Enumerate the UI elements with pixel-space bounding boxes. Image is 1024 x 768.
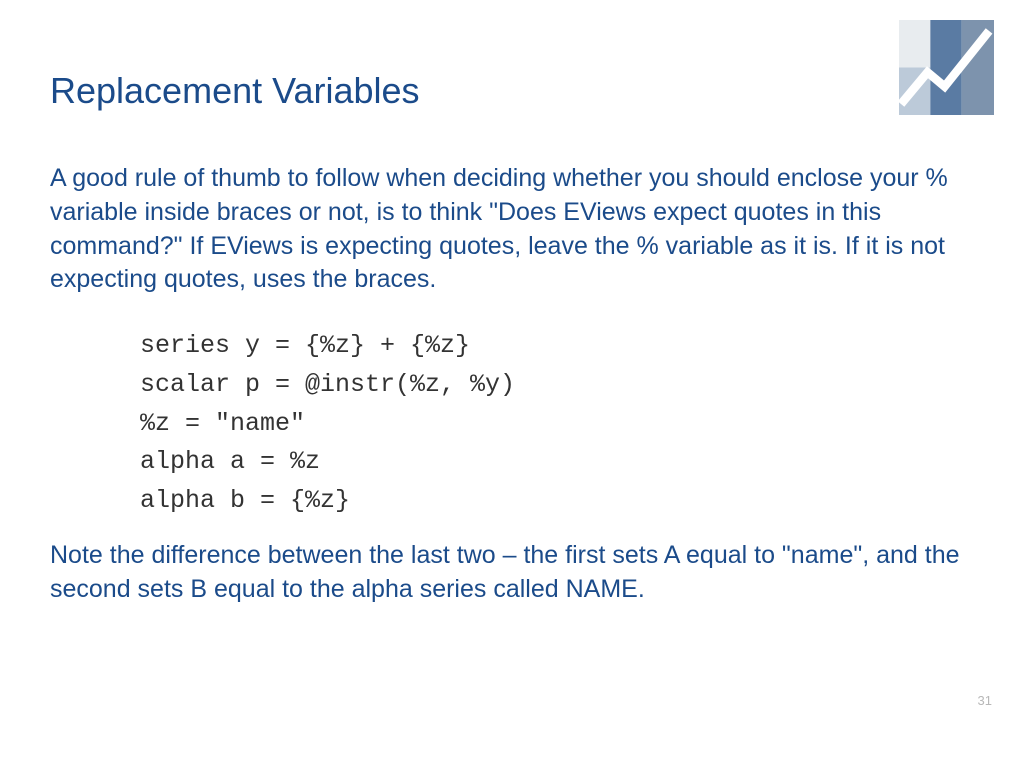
code-line: alpha b = {%z} — [140, 482, 974, 521]
page-number: 31 — [978, 693, 992, 708]
code-line: %z = "name" — [140, 405, 974, 444]
body-paragraph-2: Note the difference between the last two… — [50, 539, 974, 607]
code-line: alpha a = %z — [140, 443, 974, 482]
body-paragraph-1: A good rule of thumb to follow when deci… — [50, 162, 974, 297]
code-block: series y = {%z} + {%z}scalar p = @instr(… — [140, 327, 974, 521]
code-line: series y = {%z} + {%z} — [140, 327, 974, 366]
chart-logo-icon — [899, 20, 994, 115]
slide-container: Replacement Variables A good rule of thu… — [0, 0, 1024, 768]
slide-title: Replacement Variables — [50, 70, 974, 112]
code-line: scalar p = @instr(%z, %y) — [140, 366, 974, 405]
